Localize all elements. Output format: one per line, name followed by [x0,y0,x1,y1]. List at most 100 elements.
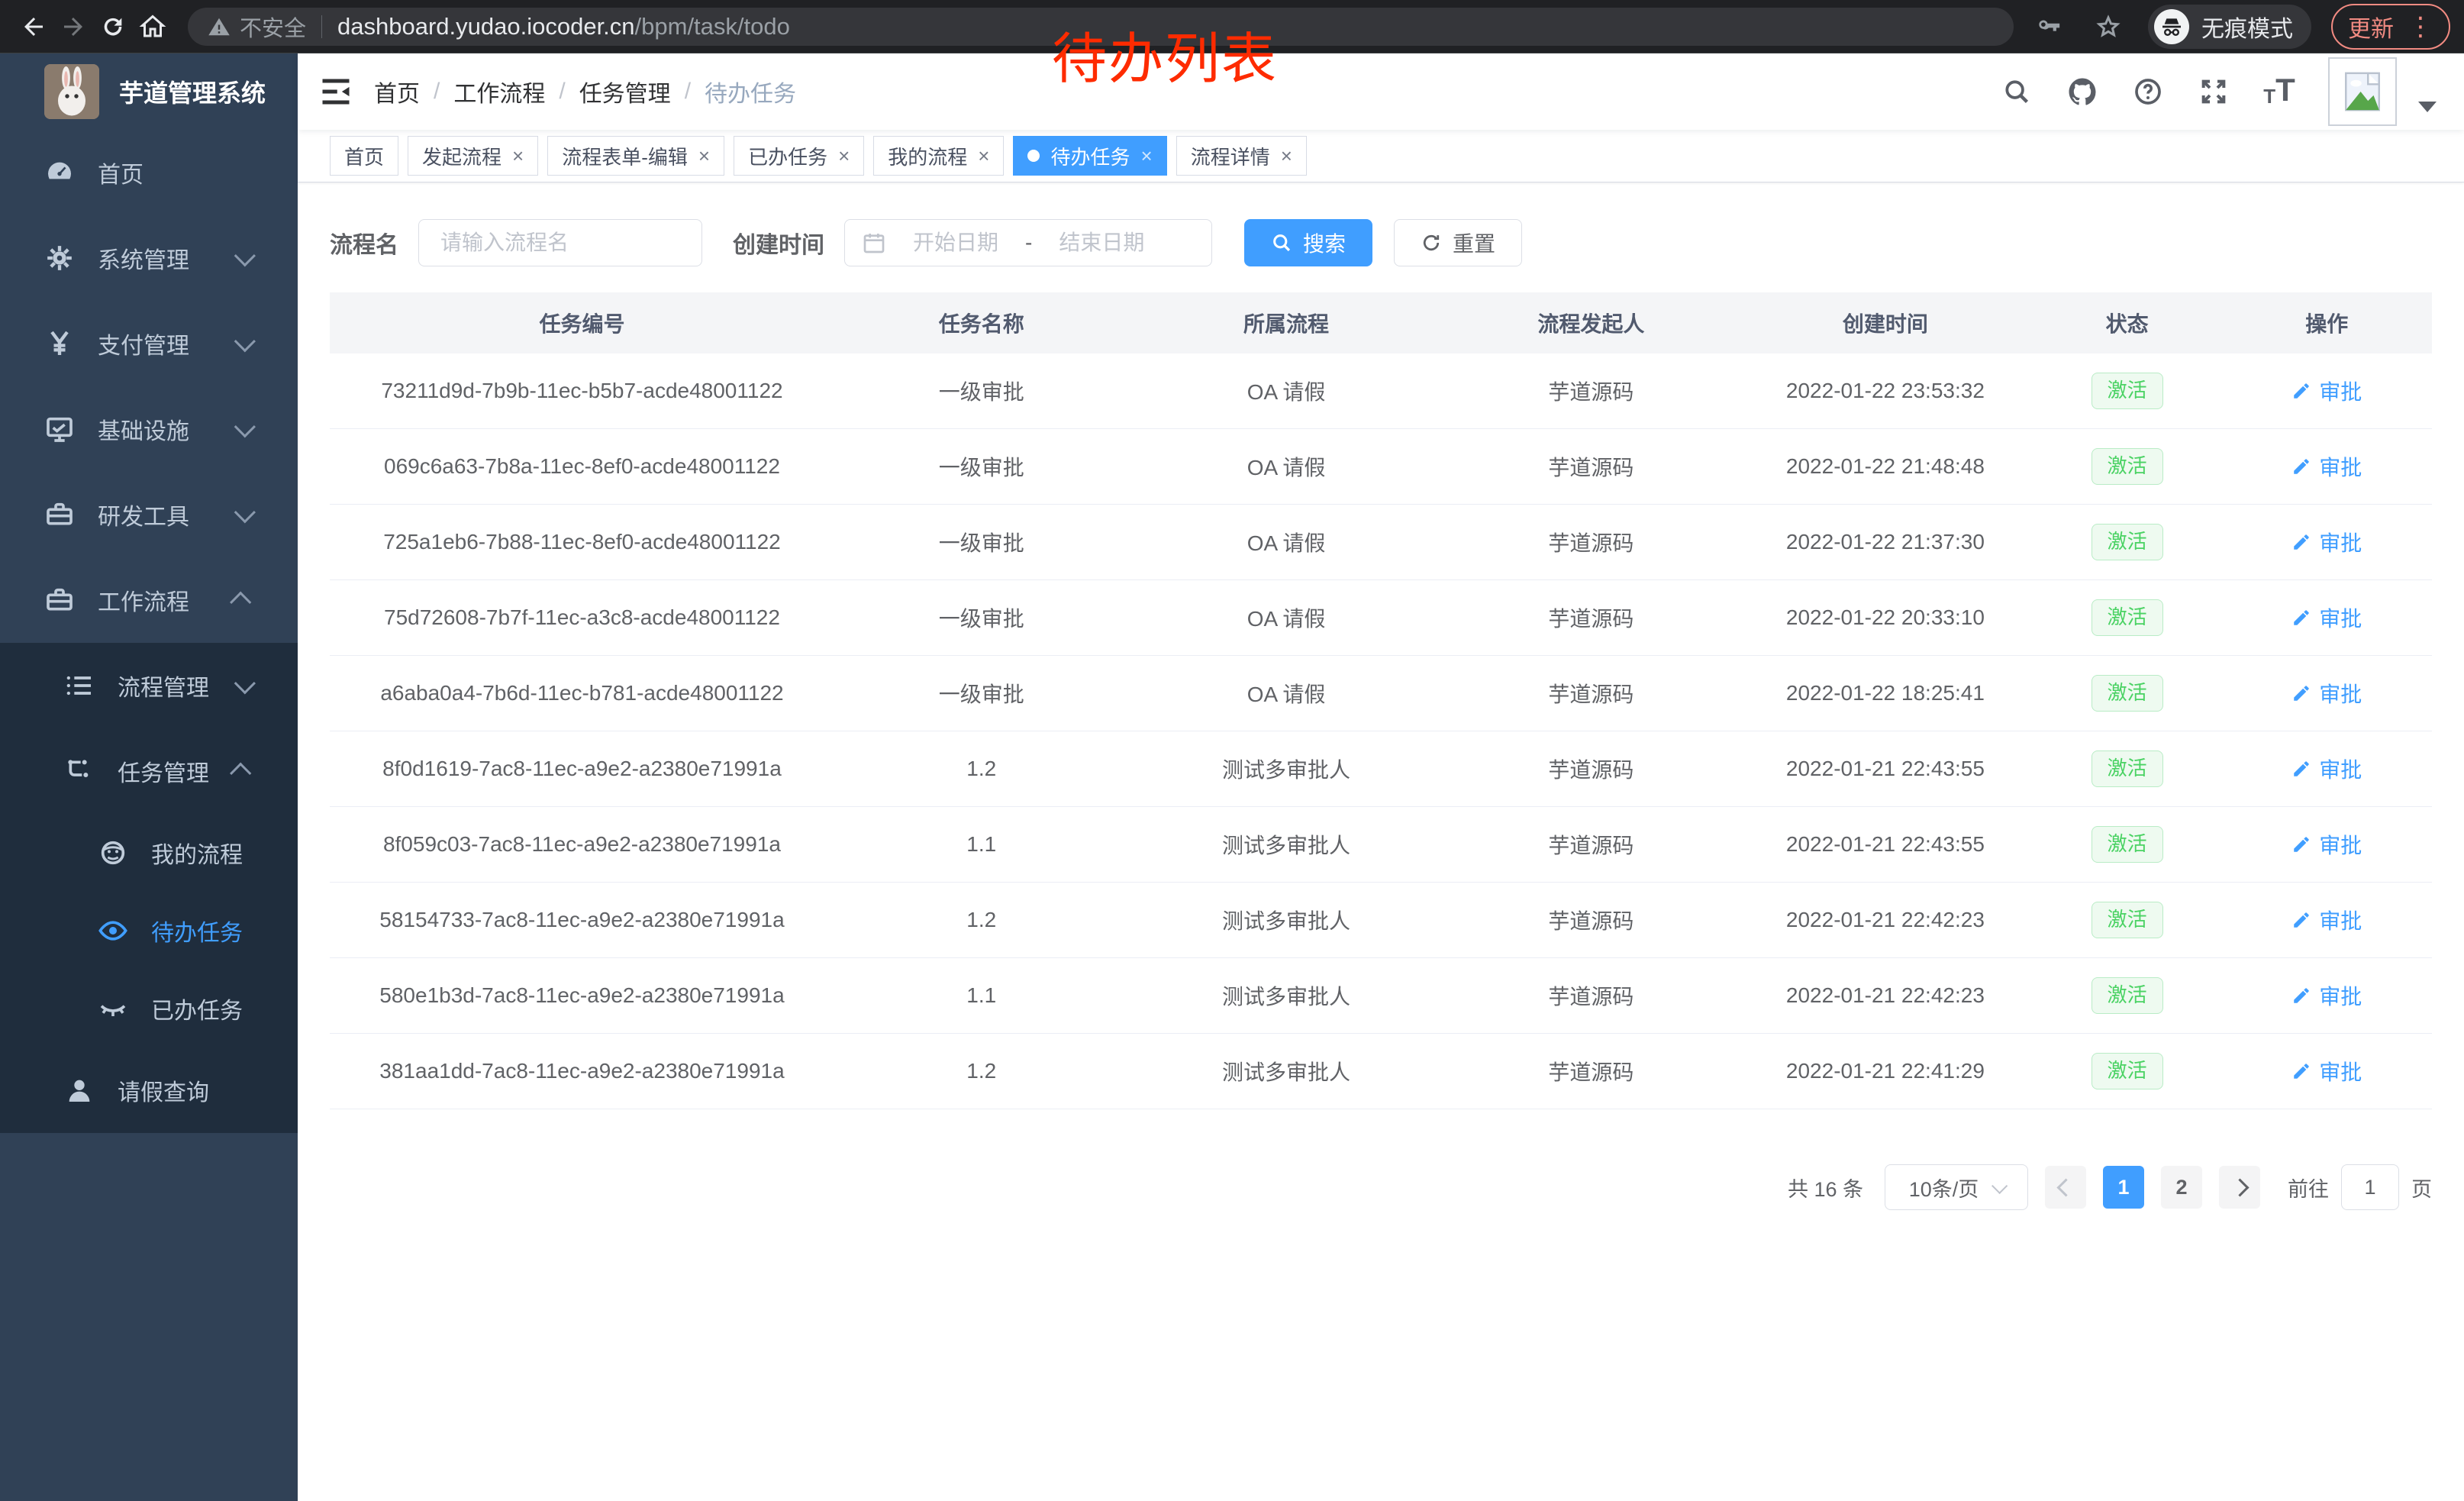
sidebar-item-devtools[interactable]: 研发工具 [0,472,298,557]
avatar[interactable] [2328,57,2397,126]
page-button-1[interactable]: 1 [2103,1166,2144,1209]
sidebar-collapse-button[interactable] [298,53,374,130]
font-size-button[interactable]: TT [2262,75,2296,108]
approve-link[interactable]: 审批 [2291,451,2362,482]
process-name-input[interactable] [418,219,702,266]
status-badge: 激活 [2091,826,2163,862]
sidebar-item-workflow[interactable]: 工作流程 [0,557,298,643]
status-badge: 激活 [2091,902,2163,938]
tag-start-process[interactable]: 发起流程× [408,136,538,176]
approve-link[interactable]: 审批 [2291,1056,2362,1086]
reset-button[interactable]: 重置 [1394,219,1522,266]
tag-process-detail[interactable]: 流程详情× [1176,136,1307,176]
sidebar-item-leave-query[interactable]: 请假查询 [0,1047,298,1133]
sidebar-item-process-management[interactable]: 流程管理 [0,643,298,728]
start-date-input[interactable] [897,230,1014,256]
goto-suffix: 页 [2411,1173,2432,1202]
top-navbar: 首页 / 工作流程 / 任务管理 / 待办任务 [298,53,2464,130]
tag-home[interactable]: 首页 [330,136,398,176]
refresh-icon [1421,232,1442,253]
next-page-button[interactable] [2219,1166,2260,1209]
table-row: 75d72608-7b7f-11ec-a3c8-acde48001122一级审批… [330,580,2432,656]
breadcrumb-home[interactable]: 首页 [374,75,420,108]
calendar-icon [862,231,886,255]
filter-bar: 流程名 创建时间 - 搜索 [330,219,2432,266]
list-tree-icon [64,670,95,701]
close-icon[interactable]: × [978,146,989,166]
chevron-down-icon [234,331,256,352]
flow-icon [64,756,95,786]
gear-icon [44,243,75,273]
col-status: 状态 [2033,292,2222,353]
chevron-down-icon [234,502,256,523]
chevron-down-icon [234,416,256,437]
page-button-2[interactable]: 2 [2161,1166,2202,1209]
edit-icon [2291,457,2311,476]
sidebar-item-task-management[interactable]: 任务管理 [0,728,298,814]
breadcrumb-task-management[interactable]: 任务管理 [579,75,671,108]
sidebar-item-payment[interactable]: 支付管理 [0,301,298,386]
browser-back-button[interactable] [14,7,53,47]
sidebar-item-system[interactable]: 系统管理 [0,215,298,301]
avatar-dropdown-caret[interactable] [2418,102,2437,112]
app-logo [44,64,99,119]
close-icon[interactable]: × [1141,146,1153,166]
breadcrumb-workflow[interactable]: 工作流程 [453,75,545,108]
close-icon[interactable]: × [838,146,850,166]
bookmark-star-button[interactable] [2088,7,2128,47]
browser-reload-button[interactable] [93,7,133,47]
toolbox-icon [44,585,75,615]
page-size-select[interactable]: 10条/页 [1885,1164,2028,1210]
prev-page-button[interactable] [2045,1166,2086,1209]
total-count: 共 16 条 [1788,1173,1863,1202]
help-button[interactable] [2131,75,2165,108]
approve-link[interactable]: 审批 [2291,527,2362,557]
app-logo-row: 芋道管理系统 [0,53,298,130]
browser-forward-button[interactable] [53,7,93,47]
browser-menu-icon: ⋮ [2408,14,2433,40]
approve-link[interactable]: 审批 [2291,980,2362,1011]
tag-my-process[interactable]: 我的流程× [873,136,1004,176]
broken-image-icon [2340,69,2385,114]
approve-link[interactable]: 审批 [2291,829,2362,860]
status-badge: 激活 [2091,599,2163,635]
table-row: 069c6a63-7b8a-11ec-8ef0-acde48001122一级审批… [330,429,2432,505]
sidebar-item-todo-tasks[interactable]: 待办任务 [0,892,298,970]
sidebar-item-done-tasks[interactable]: 已办任务 [0,970,298,1047]
tag-done-tasks[interactable]: 已办任务× [734,136,864,176]
sidebar-item-infrastructure[interactable]: 基础设施 [0,386,298,472]
browser-home-button[interactable] [133,7,173,47]
sidebar-item-my-process[interactable]: 我的流程 [0,814,298,892]
monitor-icon [44,414,75,444]
goto-page-input[interactable] [2341,1164,2399,1210]
col-task-id: 任务编号 [330,292,834,353]
table-row: 381aa1dd-7ac8-11ec-a9e2-a2380e71991a1.2测… [330,1034,2432,1109]
status-badge: 激活 [2091,448,2163,484]
close-icon[interactable]: × [512,146,524,166]
sidebar-item-home[interactable]: 首页 [0,130,298,215]
end-date-input[interactable] [1043,230,1160,256]
approve-link[interactable]: 审批 [2291,602,2362,633]
fullscreen-button[interactable] [2197,75,2230,108]
create-time-range-picker[interactable]: - [844,219,1212,266]
github-icon [2066,76,2098,108]
github-link-button[interactable] [2066,75,2099,108]
header-search-button[interactable] [2000,75,2033,108]
search-button[interactable]: 搜索 [1244,219,1372,266]
approve-link[interactable]: 审批 [2291,754,2362,784]
approve-link[interactable]: 审批 [2291,376,2362,406]
fullscreen-icon [2198,76,2229,107]
url-text: dashboard.yudao.iocoder.cn/bpm/task/todo [337,13,790,40]
tag-form-edit[interactable]: 流程表单-编辑× [547,136,724,176]
password-key-button[interactable] [2029,7,2069,47]
table-row: 73211d9d-7b9b-11ec-b5b7-acde48001122一级审批… [330,353,2432,429]
approve-link[interactable]: 审批 [2291,678,2362,709]
incognito-label: 无痕模式 [2201,10,2293,44]
incognito-icon [2159,15,2184,39]
approve-link[interactable]: 审批 [2291,905,2362,935]
tag-todo-tasks[interactable]: 待办任务× [1013,136,1166,176]
browser-update-button[interactable]: 更新 ⋮ [2331,4,2450,50]
active-dot [1027,150,1040,162]
close-icon[interactable]: × [698,146,710,166]
close-icon[interactable]: × [1281,146,1292,166]
